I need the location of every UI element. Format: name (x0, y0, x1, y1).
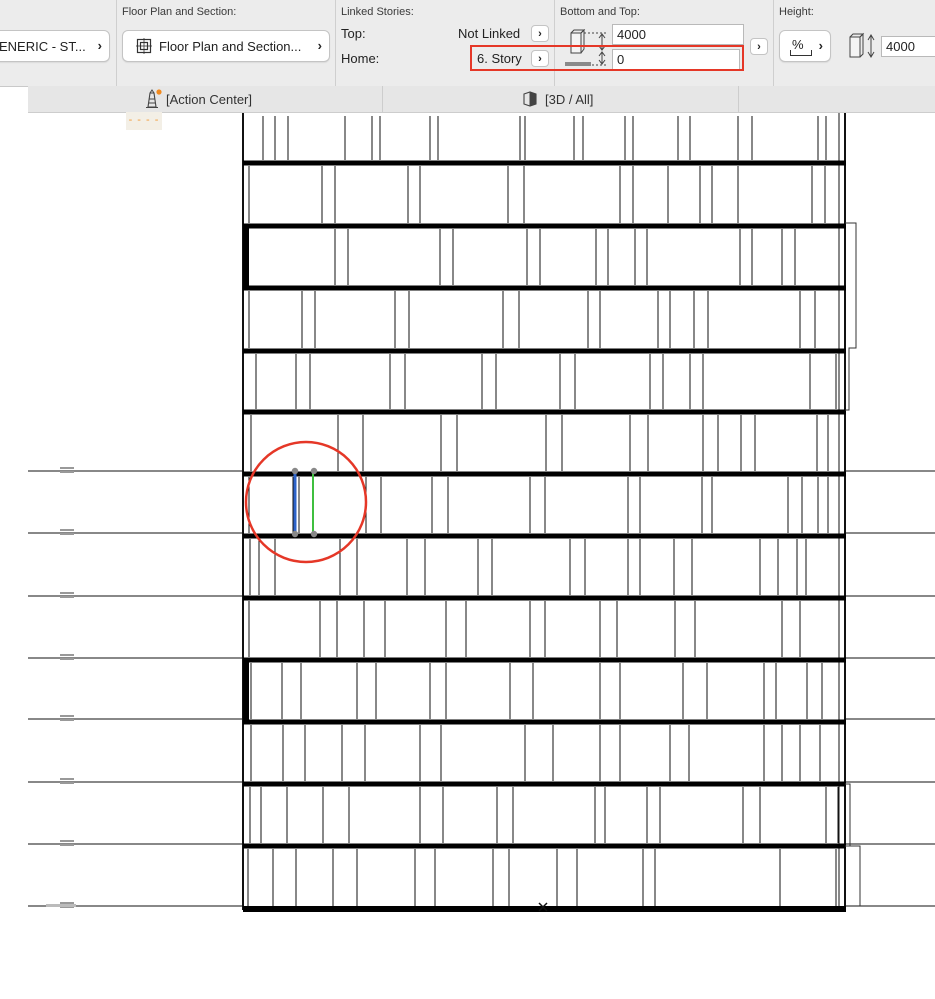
level-marker[interactable] (60, 719, 74, 721)
floor-slab (243, 843, 846, 849)
level-marker[interactable] (60, 533, 74, 535)
facade-projection-outline (845, 845, 861, 906)
floor-slab (243, 657, 846, 663)
floor-slab (243, 595, 846, 601)
level-marker[interactable] (60, 844, 74, 846)
floor-slab (243, 533, 846, 539)
floor-slab (243, 781, 846, 787)
selection-handle[interactable] (291, 530, 299, 538)
level-marker[interactable] (60, 715, 74, 717)
story-level-lines (28, 467, 935, 908)
thick-column (243, 662, 249, 720)
floor-slab (243, 285, 846, 291)
right-edge-details (845, 222, 861, 906)
thick-column (243, 228, 249, 286)
level-marker[interactable] (60, 782, 74, 784)
level-marker[interactable] (60, 467, 74, 469)
level-marker[interactable] (60, 596, 74, 598)
level-marker[interactable] (60, 471, 74, 473)
selection-annotation (244, 440, 548, 912)
level-marker (46, 904, 76, 907)
level-marker[interactable] (60, 654, 74, 656)
level-marker[interactable] (60, 778, 74, 780)
elevation-drawing[interactable] (0, 0, 935, 999)
facade-mullions (247, 116, 839, 906)
selection-handle[interactable] (310, 530, 318, 538)
level-marker[interactable] (60, 592, 74, 594)
level-marker[interactable] (60, 840, 74, 842)
floor-slab (243, 223, 846, 229)
floor-slab (243, 160, 846, 166)
floor-slab (243, 348, 846, 354)
level-marker[interactable] (60, 658, 74, 660)
floor-slab (243, 409, 846, 415)
selection-handle[interactable] (291, 467, 299, 475)
selection-handle[interactable] (310, 467, 318, 475)
floor-slab (243, 719, 846, 725)
facade-projection-outline (845, 222, 857, 411)
floor-slab (243, 471, 846, 477)
highlight-circle (244, 440, 368, 564)
level-marker[interactable] (60, 902, 74, 904)
level-marker[interactable] (60, 529, 74, 531)
